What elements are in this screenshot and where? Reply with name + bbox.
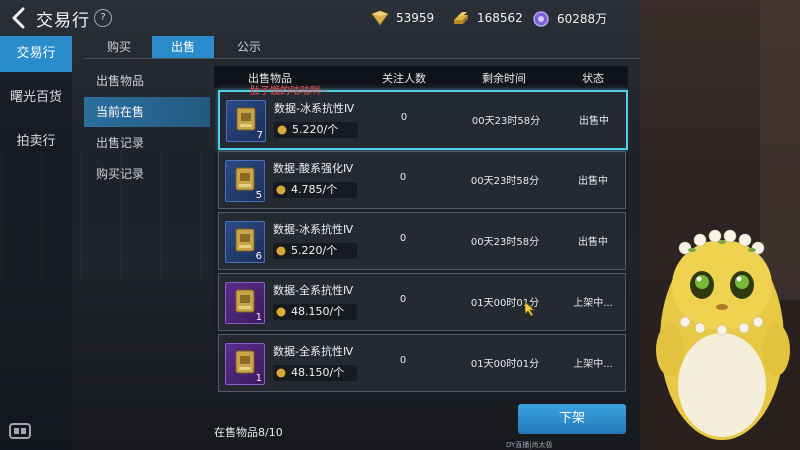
item-icon-frame: 1 — [225, 343, 265, 385]
currency-gold: 168562 — [451, 9, 523, 27]
remaining-time: 00天23时58分 — [471, 116, 541, 127]
price-text: 4.785/个 — [291, 183, 338, 196]
sidebar-item-dawn-store[interactable]: 曙光百货 — [0, 80, 72, 116]
table-row[interactable]: 1 数据-全系抗性Ⅳ 48.150/个 0 01天00时01分 上架中... — [218, 334, 626, 392]
stream-id-text: DY直播|尚太极 ID:156387742832905124 — [506, 441, 553, 449]
col-status: 状态 — [582, 72, 604, 85]
submenu-sell-items[interactable]: 出售物品 — [84, 66, 210, 96]
help-button[interactable]: ? — [94, 9, 112, 27]
table-row[interactable]: 5 数据-酸系强化Ⅳ 4.785/个 0 00天23时58分 出售中 — [218, 151, 626, 209]
streamer-avatar-panel — [640, 0, 800, 450]
data-chip-icon — [235, 167, 255, 191]
item-price: 48.150/个 — [273, 304, 357, 320]
gold-coin-icon — [276, 368, 286, 378]
item-quantity: 1 — [255, 373, 262, 384]
item-price: 4.785/个 — [273, 182, 357, 198]
item-price: 5.220/个 — [274, 122, 358, 138]
gold-coin-icon — [276, 185, 286, 195]
listing-status: 出售中 — [578, 237, 608, 248]
submenu-sell-history[interactable]: 出售记录 — [84, 128, 210, 158]
item-icon-frame: 7 — [226, 100, 266, 142]
data-chip-icon — [235, 350, 255, 374]
data-chip-icon — [235, 289, 255, 313]
back-button[interactable] — [8, 6, 30, 30]
price-text: 48.150/个 — [291, 366, 345, 379]
gold-coin-icon — [277, 125, 287, 135]
tab-bar: 购买 出售 公示 — [84, 36, 640, 59]
item-quantity: 1 — [255, 312, 262, 323]
item-price: 48.150/个 — [273, 365, 357, 381]
data-chip-icon — [235, 228, 255, 252]
table-row[interactable]: 6 数据-冰系抗性Ⅳ 5.220/个 0 00天23时58分 出售中 — [218, 212, 626, 270]
on-sale-count: 在售物品8/10 — [214, 426, 283, 439]
gold-coin-icon — [276, 246, 286, 256]
item-name: 数据-全系抗性Ⅳ — [273, 284, 354, 297]
page-title: 交易行 — [36, 11, 90, 31]
tab-public[interactable]: 公示 — [224, 36, 274, 58]
currency-bag-value: 60288万 — [557, 11, 608, 26]
item-name: 数据-酸系强化Ⅳ — [273, 162, 354, 175]
item-icon-frame: 6 — [225, 221, 265, 263]
col-watchers: 关注人数 — [382, 72, 426, 85]
item-quantity: 6 — [255, 251, 262, 262]
item-icon-frame: 5 — [225, 160, 265, 202]
sidebar-item-trading-house[interactable]: 交易行 — [0, 36, 72, 72]
watchers-count: 0 — [399, 294, 407, 305]
listing-status: 上架中... — [573, 298, 613, 309]
item-icon-frame: 1 — [225, 282, 265, 324]
submenu-buy-history[interactable]: 购买记录 — [84, 159, 210, 189]
watchers-count: 0 — [399, 355, 407, 366]
sell-submenu: 出售物品 当前在售 出售记录 购买记录 — [84, 66, 210, 190]
game-ui: 交易行 ? 53959 168562 60288万 交易行 曙光百货 拍卖行 购… — [0, 0, 640, 450]
currency-bag: 60288万 — [531, 9, 607, 27]
data-chip-icon — [236, 107, 256, 131]
listing-table: 出售物品 关注人数 剩余时间 状态 7 数据-冰系抗性Ⅳ 5.220/个 0 0… — [214, 66, 628, 400]
submenu-on-sale[interactable]: 当前在售 — [84, 97, 210, 127]
listing-status: 上架中... — [573, 359, 613, 370]
gold-coin-icon — [276, 307, 286, 317]
currency-gem: 53959 — [370, 9, 434, 27]
listing-status: 出售中 — [579, 116, 609, 127]
tab-sell[interactable]: 出售 — [152, 36, 214, 58]
watchers-count: 0 — [399, 233, 407, 244]
top-bar: 交易行 ? 53959 168562 60288万 — [0, 0, 640, 36]
remaining-time: 00天23时58分 — [470, 176, 540, 187]
price-text: 5.220/个 — [291, 244, 338, 257]
table-row[interactable]: 1 数据-全系抗性Ⅳ 48.150/个 0 01天00时01分 上架中... — [218, 273, 626, 331]
sidebar: 交易行 曙光百货 拍卖行 — [0, 36, 72, 450]
currency-gold-value: 168562 — [477, 11, 523, 25]
sidebar-item-auction[interactable]: 拍卖行 — [0, 124, 72, 160]
item-price: 5.220/个 — [273, 243, 357, 259]
remaining-time: 01天00时01分 — [470, 298, 540, 309]
remaining-time: 00天23时58分 — [470, 237, 540, 248]
item-name: 数据-冰系抗性Ⅳ — [273, 223, 354, 236]
douyu-logo-icon — [9, 423, 31, 439]
listing-status: 出售中 — [578, 176, 608, 187]
delist-button[interactable]: 下架 — [518, 404, 626, 434]
mouse-cursor-icon — [525, 302, 535, 316]
col-remaining: 剩余时间 — [482, 72, 526, 85]
item-quantity: 5 — [255, 190, 262, 201]
mascot-avatar — [640, 0, 800, 450]
stream-watermark: 肚子饿的咕咕咧~ — [250, 86, 329, 97]
gem-icon — [371, 10, 389, 26]
watchers-count: 0 — [399, 172, 407, 183]
item-name: 数据-全系抗性Ⅳ — [273, 345, 354, 358]
price-text: 5.220/个 — [292, 123, 339, 136]
table-row[interactable]: 7 数据-冰系抗性Ⅳ 5.220/个 0 00天23时58分 出售中 — [218, 90, 628, 150]
chevron-left-icon — [12, 7, 25, 29]
currency-gem-value: 53959 — [396, 11, 435, 25]
remaining-time: 01天00时01分 — [470, 359, 540, 370]
item-name: 数据-冰系抗性Ⅳ — [274, 102, 355, 115]
gold-bar-icon — [454, 12, 468, 24]
item-quantity: 7 — [256, 130, 263, 141]
watchers-count: 0 — [400, 112, 408, 123]
tab-buy[interactable]: 购买 — [94, 36, 144, 58]
coin-bag-icon — [533, 11, 549, 27]
price-text: 48.150/个 — [291, 305, 345, 318]
